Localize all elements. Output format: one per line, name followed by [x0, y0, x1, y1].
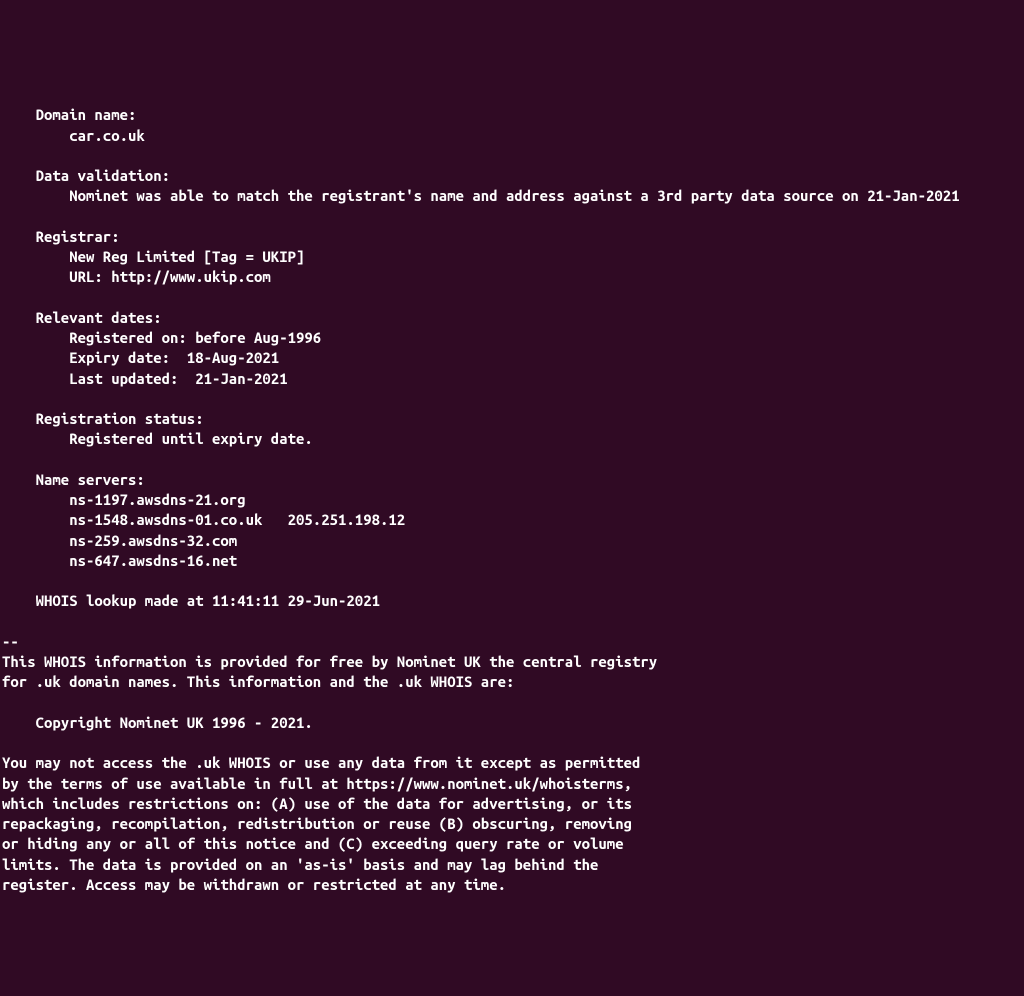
terms-line-3: which includes restrictions on: (A) use …: [2, 795, 632, 812]
terms-line-7: register. Access may be withdrawn or res…: [2, 876, 506, 893]
domain-name-value: car.co.uk: [69, 127, 145, 144]
name-server-1: ns-1197.awsdns-21.org: [69, 491, 245, 508]
registrar-url: URL: http://www.ukip.com: [69, 268, 271, 285]
terms-line-4: repackaging, recompilation, redistributi…: [2, 815, 632, 832]
name-server-3: ns-259.awsdns-32.com: [69, 532, 237, 549]
terminal-output: Domain name: car.co.uk Data validation: …: [2, 85, 1022, 895]
domain-name-label: Domain name:: [36, 106, 137, 123]
separator: --: [2, 633, 19, 650]
registered-on: Registered on: before Aug-1996: [69, 329, 321, 346]
registrar-label: Registrar:: [36, 228, 120, 245]
expiry-date: Expiry date: 18-Aug-2021: [69, 349, 279, 366]
terms-line-2: by the terms of use available in full at…: [2, 775, 632, 792]
lookup-time: WHOIS lookup made at 11:41:11 29-Jun-202…: [36, 592, 380, 609]
info-line-2: for .uk domain names. This information a…: [2, 673, 514, 690]
terms-line-6: limits. The data is provided on an 'as-i…: [2, 856, 598, 873]
name-server-4: ns-647.awsdns-16.net: [69, 552, 237, 569]
registration-status-value: Registered until expiry date.: [69, 430, 313, 447]
info-line-1: This WHOIS information is provided for f…: [2, 653, 657, 670]
copyright: Copyright Nominet UK 1996 - 2021.: [36, 714, 313, 731]
last-updated: Last updated: 21-Jan-2021: [69, 370, 287, 387]
name-servers-label: Name servers:: [36, 471, 145, 488]
name-server-2: ns-1548.awsdns-01.co.uk 205.251.198.12: [69, 511, 405, 528]
terms-line-1: You may not access the .uk WHOIS or use …: [2, 754, 640, 771]
relevant-dates-label: Relevant dates:: [36, 309, 162, 326]
registrar-name: New Reg Limited [Tag = UKIP]: [69, 248, 304, 265]
data-validation-value: Nominet was able to match the registrant…: [69, 187, 959, 204]
terms-line-5: or hiding any or all of this notice and …: [2, 835, 624, 852]
registration-status-label: Registration status:: [36, 410, 204, 427]
data-validation-label: Data validation:: [36, 167, 170, 184]
